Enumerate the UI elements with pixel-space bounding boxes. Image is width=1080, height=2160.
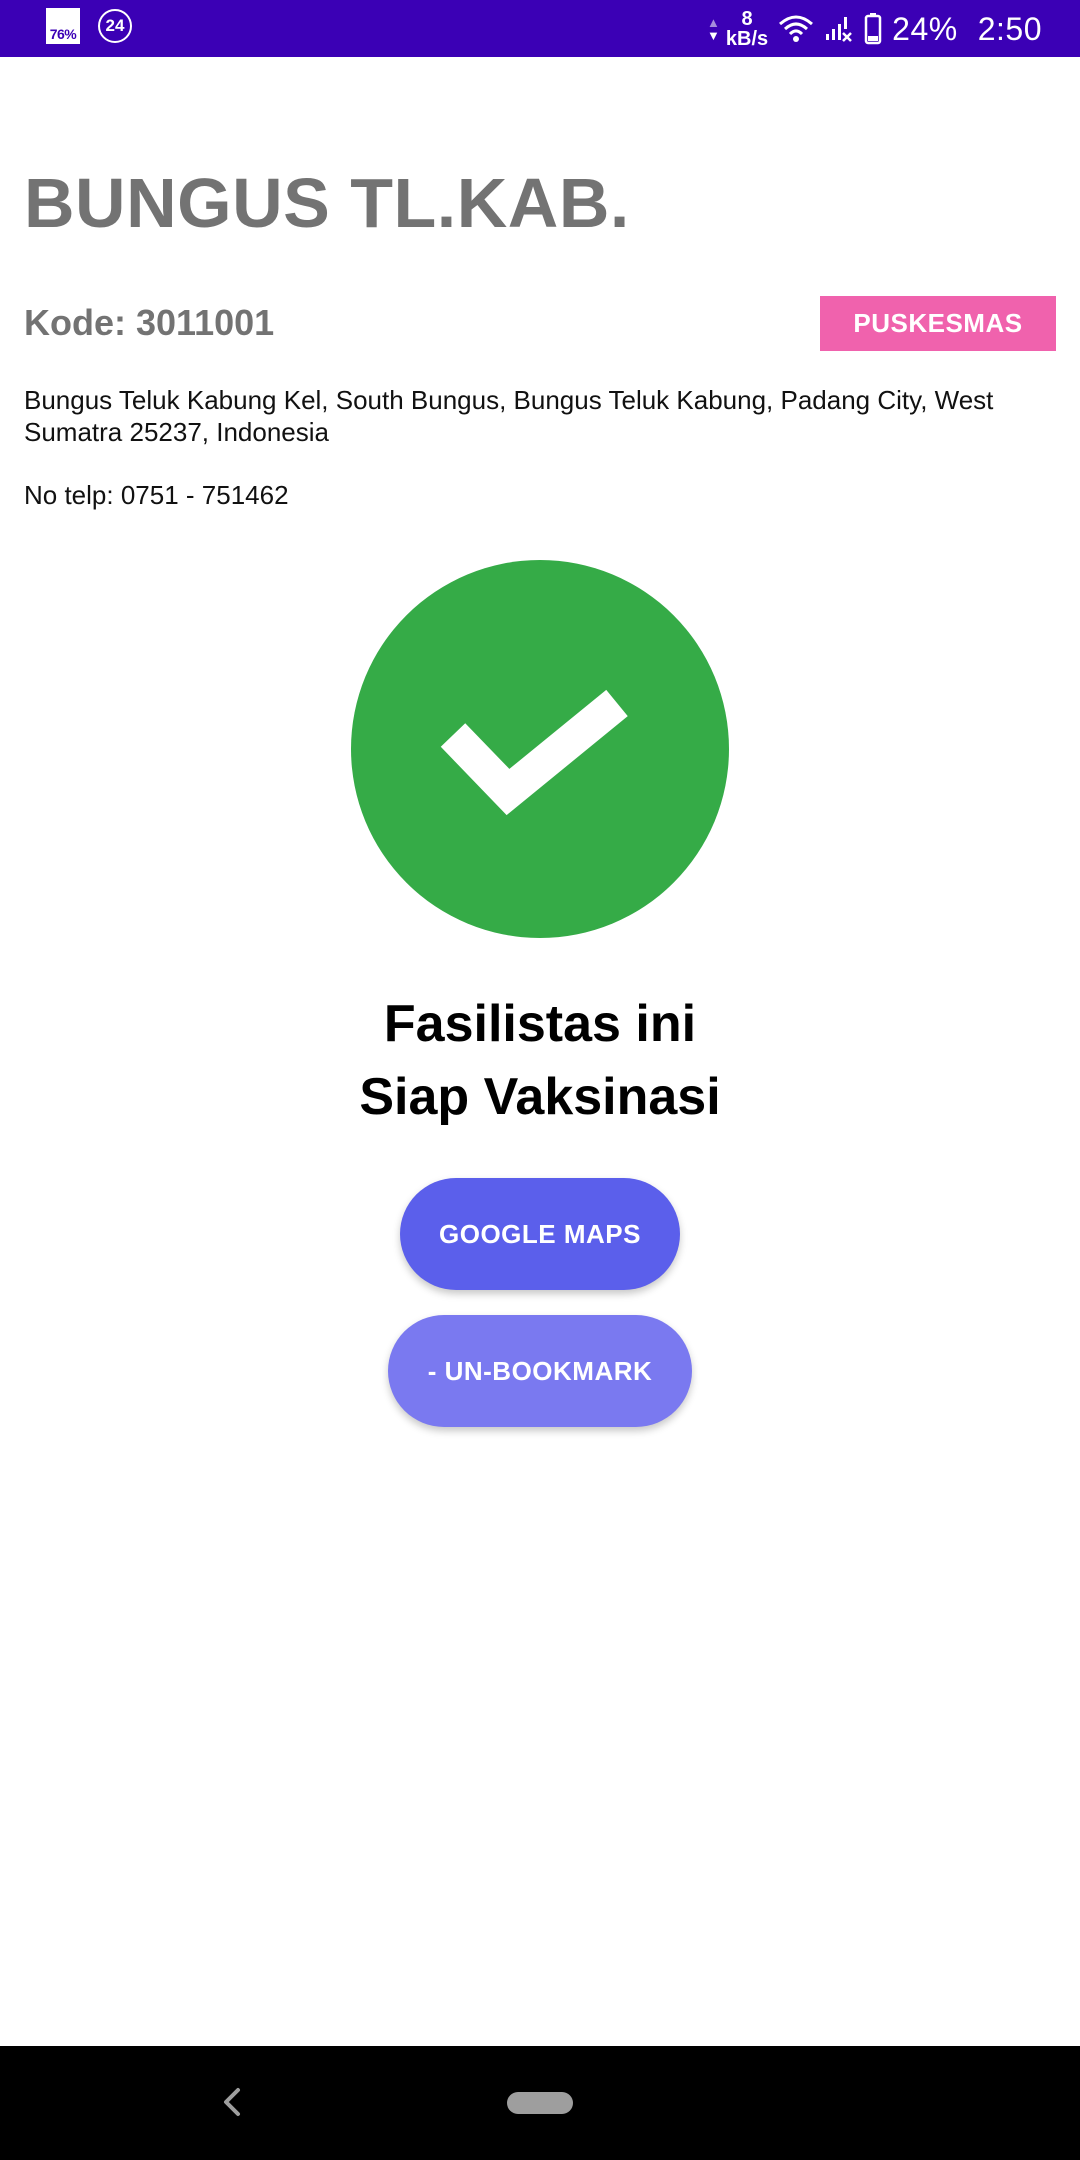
facility-type-badge: PUSKESMAS [820,296,1056,351]
screen: 76% 24 ▲ ▼ 8 kB/s 24% 2:50 BUNGUS TL.KAB… [0,0,1080,2160]
battery-percent: 24% [892,10,958,47]
unbookmark-button[interactable]: - UN-BOOKMARK [388,1315,692,1427]
google-maps-button[interactable]: GOOGLE MAPS [400,1178,680,1290]
notif-battery-label: 76% [49,26,77,42]
wifi-icon [778,14,814,44]
status-bar: 76% 24 ▲ ▼ 8 kB/s 24% 2:50 [0,0,1080,57]
alarm-24-icon: 24 [98,9,132,43]
facility-type-label: PUSKESMAS [853,308,1023,338]
status-bar-system: ▲ ▼ 8 kB/s 24% 2:50 [707,6,1042,52]
vaccination-status-message: Fasilistas ini Siap Vaksinasi [0,988,1080,1134]
facility-code: Kode: 3011001 [24,302,275,343]
net-speed: ▲ ▼ 8 kB/s [707,9,768,49]
signal-no-sim-icon [824,14,854,44]
status-line-1: Fasilistas ini [383,995,697,1053]
battery-icon [864,13,882,45]
battery-saver-icon: 76% [46,8,80,44]
check-circle-icon [351,560,729,938]
status-bar-notifications: 76% 24 [46,8,132,44]
clock: 2:50 [977,10,1042,47]
back-icon[interactable] [218,2084,246,2120]
unbookmark-button-label: - UN-BOOKMARK [427,1355,653,1386]
net-speed-text: 8 kB/s [726,9,768,49]
facility-name: BUNGUS TL.KAB. [24,164,630,242]
facility-address: Bungus Teluk Kabung Kel, South Bungus, B… [24,385,994,447]
facility-phone: No telp: 0751 - 751462 [24,480,289,510]
navigation-bar [0,2046,1080,2160]
status-line-2: Siap Vaksinasi [359,1068,721,1126]
data-arrows-icon: ▲ ▼ [707,15,720,43]
notif-badge-label: 24 [105,16,125,35]
net-speed-unit: kB/s [725,28,769,50]
google-maps-button-label: GOOGLE MAPS [439,1218,641,1249]
net-speed-value: 8 [741,8,753,30]
home-pill-icon[interactable] [507,2092,573,2114]
